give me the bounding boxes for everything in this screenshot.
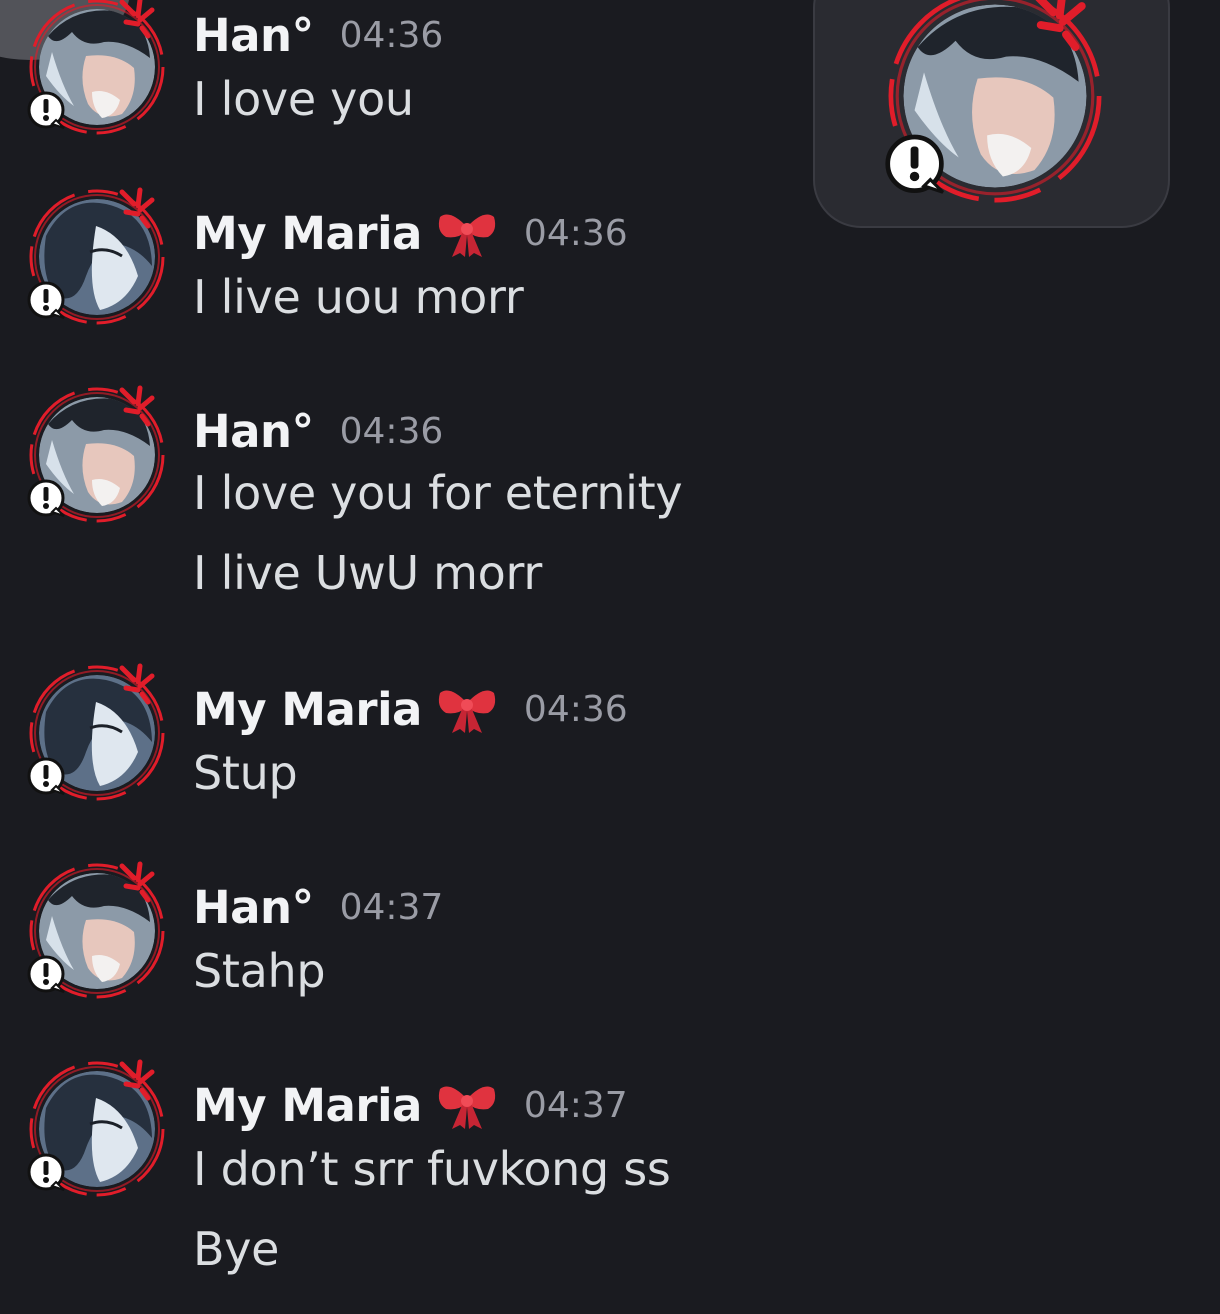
han-avatar-icon[interactable] <box>883 0 1107 208</box>
message-text[interactable]: Bye <box>193 1222 279 1276</box>
message-text[interactable]: I love you for eternity <box>193 466 683 520</box>
message-text[interactable]: I don’t srr fuvkong ss <box>193 1142 671 1196</box>
message-text[interactable]: Stahp <box>193 944 326 998</box>
message-header: Han° 04:36 <box>193 2 443 68</box>
message-header: My Maria 04:37 <box>193 1072 628 1138</box>
username[interactable]: Han° <box>193 881 314 934</box>
username[interactable]: Han° <box>193 9 314 62</box>
timestamp: 04:36 <box>523 212 628 254</box>
maria-avatar-icon[interactable] <box>26 186 168 328</box>
message-text[interactable]: Stup <box>193 746 298 800</box>
message-text[interactable]: I live UwU morr <box>193 546 542 600</box>
floating-profile-card[interactable] <box>813 0 1170 228</box>
ribbon-bow-icon <box>436 683 498 735</box>
han-avatar-icon[interactable] <box>26 0 168 138</box>
username[interactable]: My Maria <box>193 1079 422 1132</box>
username[interactable]: My Maria <box>193 207 422 260</box>
maria-avatar-icon[interactable] <box>26 662 168 804</box>
message-header: My Maria 04:36 <box>193 200 628 266</box>
han-avatar-icon[interactable] <box>26 860 168 1002</box>
timestamp: 04:37 <box>339 886 444 928</box>
ribbon-bow-icon <box>436 1079 498 1131</box>
message-header: Han° 04:36 <box>193 398 443 464</box>
timestamp: 04:36 <box>523 688 628 730</box>
maria-avatar-icon[interactable] <box>26 1058 168 1200</box>
timestamp: 04:36 <box>339 14 444 56</box>
username[interactable]: My Maria <box>193 683 422 736</box>
username[interactable]: Han° <box>193 405 314 458</box>
chat-view: Han° 04:36 I love you My Maria 04:36 I l… <box>0 0 1220 1314</box>
message-header: My Maria 04:36 <box>193 676 628 742</box>
message-text[interactable]: I love you <box>193 72 414 126</box>
han-avatar-icon[interactable] <box>26 384 168 526</box>
message-text[interactable]: I live uou morr <box>193 270 524 324</box>
timestamp: 04:36 <box>339 410 444 452</box>
timestamp: 04:37 <box>523 1084 628 1126</box>
message-header: Han° 04:37 <box>193 874 443 940</box>
ribbon-bow-icon <box>436 207 498 259</box>
